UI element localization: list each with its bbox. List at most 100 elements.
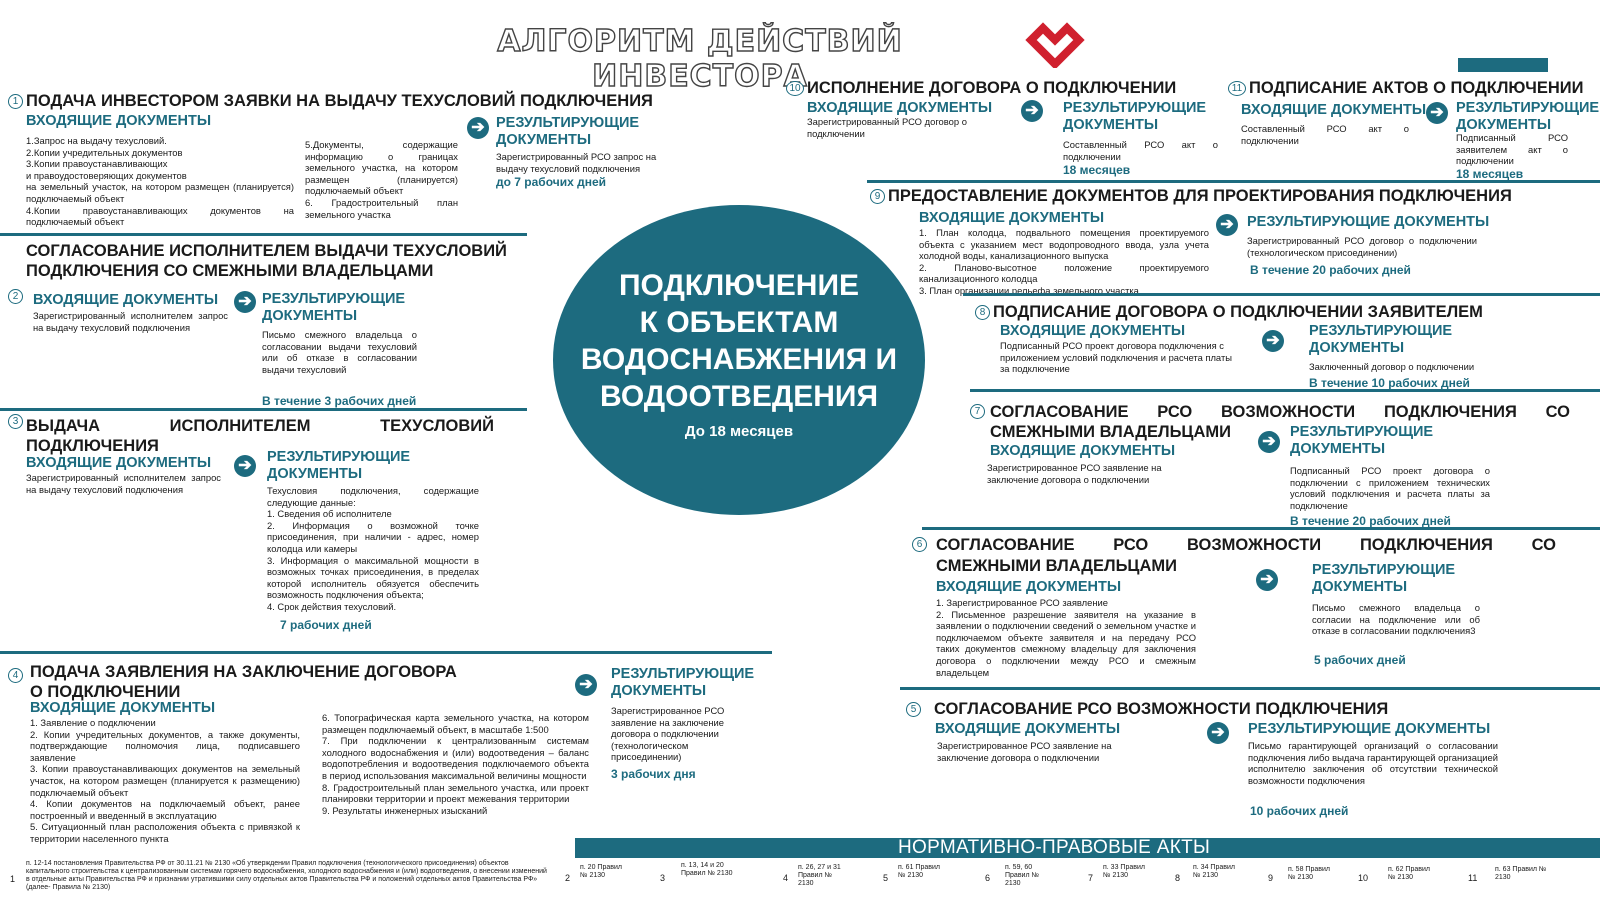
step-4-deadline: 3 рабочих дня (611, 767, 696, 781)
step-8-incoming-text: Подписанный РСО проект договора подключе… (1000, 340, 1232, 375)
act-2-text: п. 20 Правил № 2130 (580, 864, 622, 879)
step-6-resulting-text: Письмо смежного владельца о согласии на … (1312, 602, 1480, 637)
step-2-arrow-icon: ➔ (234, 291, 256, 313)
divider (922, 527, 1600, 530)
center-subtitle: До 18 месяцев (684, 423, 794, 440)
step-4-number: 4 (8, 668, 23, 683)
step-11-number: 11 (1228, 81, 1246, 96)
step-9-incoming-label: ВХОДЯЩИЕ ДОКУМЕНТЫ (919, 210, 1105, 226)
step-7-number: 7 (970, 404, 985, 419)
act-3-number: 3 (660, 873, 666, 883)
act-9-number: 9 (1268, 873, 1274, 883)
step-8-resulting-label: РЕЗУЛЬТИРУЮЩИЕ ДОКУМЕНТЫ (1309, 323, 1453, 356)
act-1-number: 1 (10, 874, 16, 884)
step-1-title: 1 ПОДАЧА ИНВЕСТОРОМ ЗАЯВКИ НА ВЫДАЧУ ТЕХУ… (8, 91, 708, 111)
step-8-arrow-icon: ➔ (1262, 330, 1284, 352)
step-6-arrow-icon: ➔ (1256, 569, 1278, 591)
step-3-resulting-text: Техусловия подключения, содержащие следу… (267, 485, 479, 612)
step-4-resulting-label: РЕЗУЛЬТИРУЮЩИЕ ДОКУМЕНТЫ (611, 666, 755, 699)
step-2-number: 2 (8, 289, 23, 304)
act-2-number: 2 (565, 873, 571, 883)
step-10-number: 10 (786, 81, 804, 96)
step-3-resulting-label: РЕЗУЛЬТИРУЮЩИЕ ДОКУМЕНТЫ (267, 449, 411, 482)
step-3-number: 3 (8, 414, 23, 429)
step-2-title: СОГЛАСОВАНИЕ ИСПОЛНИТЕЛЕМ ВЫДАЧИ ТЕХУСЛО… (26, 242, 507, 280)
step-7-title-cont: СМЕЖНЫМИ ВЛАДЕЛЬЦАМИ (990, 423, 1231, 441)
step-3-arrow-icon: ➔ (234, 455, 256, 477)
step-1-resulting-text: Зарегистрированный РСО запрос на выдачу … (496, 151, 657, 174)
step-1-deadline: до 7 рабочих дней (496, 175, 607, 189)
step-4-title: ПОДАЧА ЗАЯВЛЕНИЯ НА ЗАКЛЮЧЕНИЕ ДОГОВОРА … (30, 663, 457, 701)
step-2-deadline: В течение 3 рабочих дней (262, 394, 417, 408)
step-6-deadline: 5 рабочих дней (1314, 653, 1406, 667)
step-6-resulting-label: РЕЗУЛЬТИРУЮЩИЕ ДОКУМЕНТЫ (1312, 562, 1456, 595)
act-11-text: п. 63 Правил № 2130 (1495, 866, 1547, 881)
step-7-incoming-label: ВХОДЯЩИЕ ДОКУМЕНТЫ (990, 443, 1176, 459)
step-1-incoming-label: ВХОДЯЩИЕ ДОКУМЕНТЫ (26, 113, 212, 129)
divider (0, 651, 772, 654)
header-accent-bar (1458, 58, 1548, 72)
act-10-text: п. 62 Правил № 2130 (1388, 866, 1430, 881)
step-10-deadline: 18 месяцев (1063, 163, 1131, 177)
step-1-incoming-text-a: 1.Запрос на выдачу техусловий. 2.Копии у… (26, 135, 294, 228)
step-10-arrow-icon: ➔ (1021, 100, 1043, 122)
step-11-resulting-label: РЕЗУЛЬТИРУЮЩИЕ ДОКУМЕНТЫ (1456, 100, 1600, 133)
step-7-resulting-label: РЕЗУЛЬТИРУЮЩИЕ ДОКУМЕНТЫ (1290, 424, 1434, 457)
act-5-number: 5 (883, 873, 889, 883)
act-10-number: 10 (1358, 873, 1369, 883)
step-5-resulting-label: РЕЗУЛЬТИРУЮЩИЕ ДОКУМЕНТЫ (1248, 721, 1491, 737)
step-5-incoming-text: Зарегистрированное РСО заявление на закл… (937, 740, 1112, 763)
step-8-incoming-label: ВХОДЯЩИЕ ДОКУМЕНТЫ (1000, 323, 1186, 339)
act-7-text: п. 33 Правил № 2130 (1103, 864, 1145, 879)
step-10-title: 10 ИСПОЛНЕНИЕ ДОГОВОРА О ПОДКЛЮЧЕНИИ (786, 78, 1206, 98)
step-9-resulting-text: Зарегистрированный РСО договор о подключ… (1247, 235, 1477, 258)
step-7-incoming-text: Зарегистрированное РСО заявление на закл… (987, 462, 1162, 485)
step-9-arrow-icon: ➔ (1216, 214, 1238, 236)
center-circle: ПОДКЛЮЧЕНИЕ К ОБЪЕКТАМ ВОДОСНАБЖЕНИЯ И В… (553, 205, 925, 515)
step-9-deadline: В течение 20 рабочих дней (1250, 263, 1411, 277)
center-title: ПОДКЛЮЧЕНИЕ К ОБЪЕКТАМ ВОДОСНАБЖЕНИЯ И В… (580, 269, 898, 413)
act-1-text: п. 12-14 постановления Правительства РФ … (26, 860, 547, 891)
step-4-resulting-text: Зарегистрированное РСО заявление на закл… (611, 705, 725, 763)
step-9-number: 9 (870, 189, 885, 204)
brand-logo-icon (1025, 22, 1085, 68)
act-7-number: 7 (1088, 873, 1094, 883)
step-9-incoming-text: 1. План колодца, подвального помещения п… (919, 227, 1209, 296)
step-10-resulting-text: Составленный РСО акт о подключении (1063, 139, 1218, 162)
step-3-title-cont: ПОДКЛЮЧЕНИЯ (26, 437, 159, 455)
step-10-incoming-label: ВХОДЯЩИЕ ДОКУМЕНТЫ (807, 100, 993, 116)
act-5-text: п. 61 Правил № 2130 (898, 864, 940, 879)
act-6-text: п. 59, 60 Правил № 2130 (1005, 864, 1039, 887)
step-3-deadline: 7 рабочих дней (280, 618, 372, 632)
step-2-incoming-text: Зарегистрированный исполнителем запрос н… (33, 310, 228, 333)
step-4-incoming-label: ВХОДЯЩИЕ ДОКУМЕНТЫ (30, 700, 216, 716)
step-1-arrow-icon: ➔ (467, 117, 489, 139)
step-5-resulting-text: Письмо гарантирующей организаций о согла… (1248, 740, 1498, 786)
step-11-incoming-label: ВХОДЯЩИЕ ДОКУМЕНТЫ (1241, 102, 1427, 118)
act-11-number: 11 (1468, 873, 1478, 883)
step-2-incoming-label: ВХОДЯЩИЕ ДОКУМЕНТЫ (33, 292, 219, 308)
act-3-text: п. 13, 14 и 20 Правил № 2130 (681, 862, 733, 877)
divider (970, 389, 1600, 392)
step-4-arrow-icon: ➔ (575, 674, 597, 696)
divider (900, 687, 1600, 690)
step-11-title: 11 ПОДПИСАНИЕ АКТОВ О ПОДКЛЮЧЕНИИ (1228, 78, 1600, 98)
step-8-number: 8 (975, 305, 990, 320)
step-5-deadline: 10 рабочих дней (1250, 804, 1349, 818)
step-1-incoming-text-b: 5.Документы, содержащие информацию о гра… (305, 139, 458, 220)
step-5-incoming-label: ВХОДЯЩИЕ ДОКУМЕНТЫ (935, 721, 1121, 737)
step-1-number: 1 (8, 94, 23, 109)
step-10-incoming-text: Зарегистрированный РСО договор о подключ… (807, 116, 967, 139)
step-3-incoming-text: Зарегистрированный исполнителем запрос н… (26, 472, 221, 495)
act-4-text: п. 26, 27 и 31 Правил № 2130 (798, 864, 841, 887)
act-4-number: 4 (783, 873, 789, 883)
act-6-number: 6 (985, 873, 991, 883)
act-9-text: п. 58 Правил № 2130 (1288, 866, 1330, 881)
step-8-title: 8 ПОДПИСАНИЕ ДОГОВОРА О ПОДКЛЮЧЕНИИ ЗАЯВИ… (975, 302, 1600, 322)
step-11-arrow-icon: ➔ (1426, 102, 1448, 124)
step-2-resulting-text: Письмо смежного владельца о согласовании… (262, 329, 417, 375)
step-3-title: ВЫДАЧА ИСПОЛНИТЕЛЕМ ТЕХУСЛОВИЙ (26, 417, 494, 435)
step-11-resulting-text: Подписанный РСО заявителем акт о подключ… (1456, 132, 1568, 167)
step-6-incoming-text: 1. Зарегистрированное РСО заявление 2. П… (936, 597, 1196, 678)
step-2-resulting-label: РЕЗУЛЬТИРУЮЩИЕ ДОКУМЕНТЫ (262, 291, 406, 324)
